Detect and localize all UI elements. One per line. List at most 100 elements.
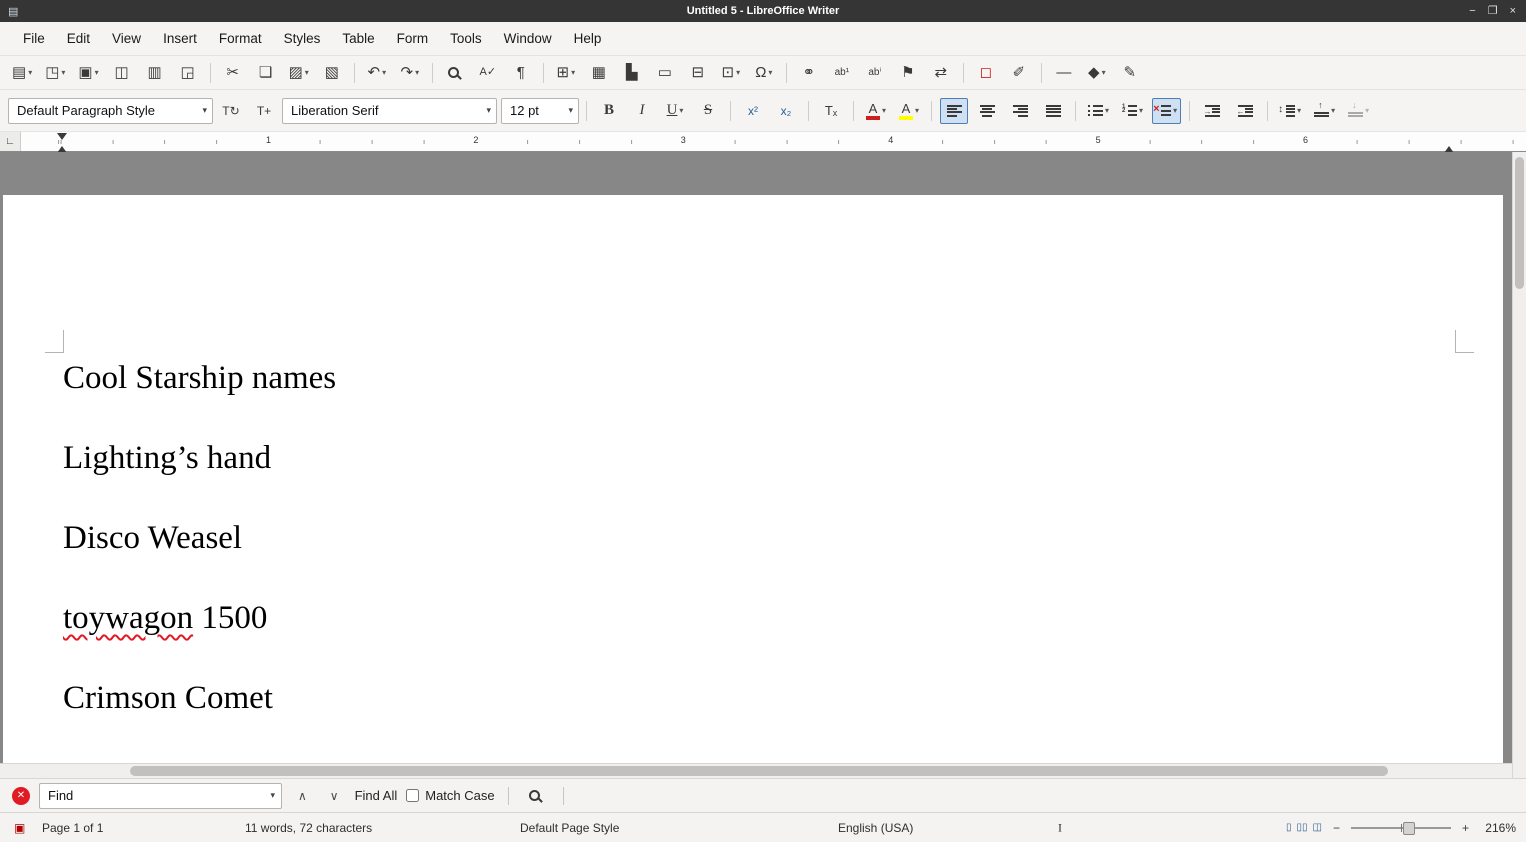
- new-style-button[interactable]: T+: [250, 98, 278, 124]
- align-left-button[interactable]: [940, 98, 968, 124]
- font-color-dropdown-icon[interactable]: ▾: [882, 106, 886, 115]
- insert-special-character-dropdown-icon[interactable]: ▾: [768, 68, 772, 77]
- menu-tools[interactable]: Tools: [439, 27, 493, 50]
- clone-formatting-button[interactable]: ▧: [318, 60, 346, 86]
- font-color-button[interactable]: A▾: [862, 98, 890, 124]
- align-center-button[interactable]: [973, 98, 1001, 124]
- highlight-color-dropdown-icon[interactable]: ▾: [915, 106, 919, 115]
- print-button[interactable]: ▥: [141, 60, 169, 86]
- insert-bookmark-button[interactable]: ⚑: [894, 60, 922, 86]
- new-document-dropdown-icon[interactable]: ▾: [28, 68, 32, 77]
- menu-table[interactable]: Table: [331, 27, 385, 50]
- document-modified-icon[interactable]: ▣: [14, 821, 25, 835]
- basic-shapes-button[interactable]: ◆▾: [1083, 60, 1111, 86]
- insert-image-button[interactable]: ▦: [585, 60, 613, 86]
- print-preview-button[interactable]: ◲: [174, 60, 202, 86]
- find-previous-button[interactable]: ∧: [291, 789, 314, 803]
- copy-button[interactable]: ❏: [252, 60, 280, 86]
- redo-dropdown-icon[interactable]: ▾: [415, 68, 419, 77]
- ordered-list-dropdown-icon[interactable]: ▾: [1139, 106, 1143, 115]
- insert-comment-button[interactable]: ◻: [972, 60, 1000, 86]
- increase-indent-button[interactable]: [1198, 98, 1226, 124]
- paste-button[interactable]: ▨▾: [285, 60, 313, 86]
- insert-chart-button[interactable]: ▙: [618, 60, 646, 86]
- export-pdf-button[interactable]: ◫: [108, 60, 136, 86]
- menu-edit[interactable]: Edit: [56, 27, 101, 50]
- strikethrough-button[interactable]: S: [694, 98, 722, 124]
- line-spacing-button[interactable]: ▾: [1276, 98, 1305, 124]
- open-dropdown-icon[interactable]: ▾: [61, 68, 65, 77]
- minimize-icon[interactable]: −: [1469, 0, 1475, 22]
- show-draw-functions-button[interactable]: ✎: [1116, 60, 1144, 86]
- decrease-indent-button[interactable]: [1231, 98, 1259, 124]
- font-name-combobox[interactable]: Liberation Serif ▾: [282, 98, 497, 124]
- formatting-marks-button[interactable]: ¶: [507, 60, 535, 86]
- new-document-button[interactable]: ▤▾: [8, 60, 36, 86]
- paragraph-style-combobox[interactable]: Default Paragraph Style ▾: [8, 98, 213, 124]
- para-space-decrease-button[interactable]: ▾: [1344, 98, 1373, 124]
- subscript-button[interactable]: x₂: [772, 98, 800, 124]
- italic-button[interactable]: I: [628, 98, 656, 124]
- save-dropdown-icon[interactable]: ▾: [95, 68, 99, 77]
- vertical-scrollbar-thumb[interactable]: [1515, 157, 1524, 289]
- find-and-replace-button[interactable]: [522, 783, 550, 809]
- paragraph[interactable]: Crimson Comet: [63, 681, 1503, 715]
- text-run[interactable]: Lighting’s hand: [63, 440, 271, 476]
- zoom-in-button[interactable]: +: [1460, 821, 1471, 835]
- zoom-out-button[interactable]: −: [1331, 821, 1342, 835]
- single-page-view-icon[interactable]: ▯: [1286, 822, 1292, 833]
- para-space-increase-button[interactable]: ▾: [1310, 98, 1339, 124]
- clear-formatting-button[interactable]: Tₓ: [817, 98, 845, 124]
- zoom-percentage[interactable]: 216%: [1480, 821, 1516, 835]
- text-run[interactable]: 1500: [193, 600, 267, 636]
- chevron-down-icon[interactable]: ▾: [196, 105, 207, 116]
- insert-textbox-button[interactable]: ▭: [651, 60, 679, 86]
- insert-mode-indicator[interactable]: I: [1058, 820, 1062, 835]
- menu-file[interactable]: File: [12, 27, 56, 50]
- zoom-slider[interactable]: [1351, 827, 1451, 829]
- para-space-increase-dropdown-icon[interactable]: ▾: [1331, 106, 1335, 115]
- menu-view[interactable]: View: [101, 27, 152, 50]
- line-spacing-dropdown-icon[interactable]: ▾: [1297, 106, 1301, 115]
- paragraph[interactable]: Cool Starship names: [63, 361, 1503, 395]
- menu-form[interactable]: Form: [386, 27, 440, 50]
- multi-page-view-icon[interactable]: ▯▯: [1297, 822, 1308, 833]
- find-input[interactable]: [46, 787, 270, 804]
- insert-page-break-button[interactable]: ⊟: [684, 60, 712, 86]
- text-run[interactable]: Disco Weasel: [63, 520, 242, 556]
- chevron-down-icon[interactable]: ▾: [562, 105, 573, 116]
- insert-footnote-button[interactable]: ab¹: [828, 60, 856, 86]
- track-changes-button[interactable]: ✐: [1005, 60, 1033, 86]
- menu-styles[interactable]: Styles: [273, 27, 332, 50]
- undo-dropdown-icon[interactable]: ▾: [382, 68, 386, 77]
- underline-button[interactable]: U▾: [661, 98, 689, 124]
- insert-special-character-button[interactable]: Ω▾: [750, 60, 778, 86]
- page-style-status[interactable]: Default Page Style: [520, 821, 619, 835]
- find-all-button[interactable]: Find All: [355, 788, 398, 803]
- paragraph[interactable]: Lighting’s hand: [63, 441, 1503, 475]
- no-list-dropdown-icon[interactable]: ▾: [1173, 106, 1177, 115]
- restore-icon[interactable]: ❐: [1488, 0, 1498, 22]
- align-right-button[interactable]: [1006, 98, 1034, 124]
- undo-button[interactable]: ↶▾: [363, 60, 391, 86]
- paste-dropdown-icon[interactable]: ▾: [305, 68, 309, 77]
- menu-window[interactable]: Window: [493, 27, 563, 50]
- unordered-list-dropdown-icon[interactable]: ▾: [1105, 106, 1109, 115]
- insert-endnote-button[interactable]: abⁱ: [861, 60, 889, 86]
- menu-insert[interactable]: Insert: [152, 27, 208, 50]
- basic-shapes-dropdown-icon[interactable]: ▾: [1102, 68, 1106, 77]
- text-run[interactable]: Cool Starship names: [63, 360, 336, 396]
- insert-table-button[interactable]: ⊞▾: [552, 60, 580, 86]
- horizontal-line-button[interactable]: —: [1050, 60, 1078, 86]
- match-case-checkbox[interactable]: [406, 789, 419, 802]
- horizontal-scrollbar[interactable]: [0, 763, 1512, 778]
- chevron-down-icon[interactable]: ▾: [270, 790, 275, 801]
- horizontal-scrollbar-thumb[interactable]: [130, 766, 1388, 776]
- insert-hyperlink-button[interactable]: ⚭: [795, 60, 823, 86]
- cut-button[interactable]: ✂: [219, 60, 247, 86]
- page-number-status[interactable]: Page 1 of 1: [42, 821, 103, 835]
- save-button[interactable]: ▣▾: [74, 60, 102, 86]
- superscript-button[interactable]: x²: [739, 98, 767, 124]
- ordered-list-button[interactable]: ▾: [1118, 98, 1147, 124]
- justify-button[interactable]: [1039, 98, 1067, 124]
